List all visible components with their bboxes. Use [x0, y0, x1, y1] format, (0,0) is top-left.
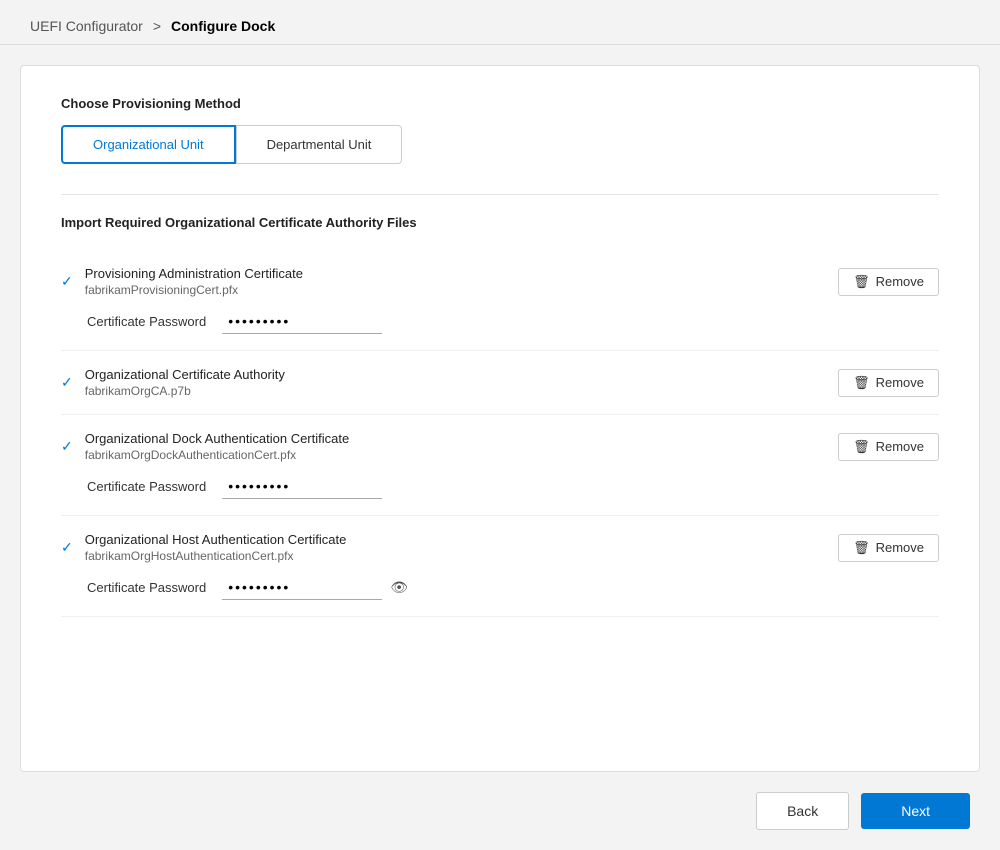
- remove-label: Remove: [876, 540, 924, 555]
- password-input-wrap: 👁: [222, 575, 412, 600]
- provisioning-tabs: Organizational Unit Departmental Unit: [61, 125, 939, 164]
- cert-left: ✓ Provisioning Administration Certificat…: [61, 266, 303, 297]
- password-input-wrap: [222, 309, 382, 334]
- remove-org-host-auth-button[interactable]: 🗑 Remove: [838, 534, 939, 562]
- cert-item-org-host-auth: ✓ Organizational Host Authentication Cer…: [61, 516, 939, 617]
- cert-item-prov-admin: ✓ Provisioning Administration Certificat…: [61, 250, 939, 351]
- trash-icon: 🗑: [853, 540, 870, 556]
- cert-left: ✓ Organizational Certificate Authority f…: [61, 367, 285, 398]
- certificates-section-title: Import Required Organizational Certifica…: [61, 215, 939, 230]
- cert-left: ✓ Organizational Dock Authentication Cer…: [61, 431, 349, 462]
- cert-password-input-3[interactable]: [222, 474, 382, 499]
- password-row: Certificate Password: [61, 309, 939, 334]
- password-label: Certificate Password: [87, 580, 206, 595]
- remove-org-ca-button[interactable]: 🗑 Remove: [838, 369, 939, 397]
- provisioning-section-title: Choose Provisioning Method: [61, 96, 939, 111]
- section-divider: [61, 194, 939, 195]
- cert-name: Provisioning Administration Certificate: [85, 266, 303, 281]
- cert-row: ✓ Organizational Host Authentication Cer…: [61, 532, 939, 563]
- cert-row: ✓ Organizational Dock Authentication Cer…: [61, 431, 939, 462]
- cert-password-input-4[interactable]: [222, 575, 382, 600]
- toggle-password-visibility-button[interactable]: 👁: [386, 577, 412, 598]
- cert-password-input-1[interactable]: [222, 309, 382, 334]
- cert-filename: fabrikamOrgDockAuthenticationCert.pfx: [85, 448, 349, 462]
- cert-info: Organizational Dock Authentication Certi…: [85, 431, 349, 462]
- cert-name: Organizational Certificate Authority: [85, 367, 285, 382]
- breadcrumb-current: Configure Dock: [171, 18, 275, 34]
- cert-name: Organizational Dock Authentication Certi…: [85, 431, 349, 446]
- footer: Back Next: [0, 782, 1000, 850]
- remove-label: Remove: [876, 439, 924, 454]
- main-panel: Choose Provisioning Method Organizationa…: [20, 65, 980, 772]
- cert-info: Organizational Certificate Authority fab…: [85, 367, 285, 398]
- check-icon: ✓: [61, 273, 73, 290]
- breadcrumb: UEFI Configurator > Configure Dock: [0, 0, 1000, 45]
- cert-name: Organizational Host Authentication Certi…: [85, 532, 347, 547]
- remove-prov-admin-button[interactable]: 🗑 Remove: [838, 268, 939, 296]
- eye-icon: 👁: [390, 579, 408, 595]
- password-label: Certificate Password: [87, 314, 206, 329]
- check-icon: ✓: [61, 374, 73, 391]
- cert-row: ✓ Provisioning Administration Certificat…: [61, 266, 939, 297]
- password-row: Certificate Password: [61, 474, 939, 499]
- cert-info: Provisioning Administration Certificate …: [85, 266, 303, 297]
- trash-icon: 🗑: [853, 439, 870, 455]
- cert-row: ✓ Organizational Certificate Authority f…: [61, 367, 939, 398]
- cert-item-org-dock-auth: ✓ Organizational Dock Authentication Cer…: [61, 415, 939, 516]
- cert-filename: fabrikamOrgHostAuthenticationCert.pfx: [85, 549, 347, 563]
- password-input-wrap: [222, 474, 382, 499]
- password-label: Certificate Password: [87, 479, 206, 494]
- cert-filename: fabrikamOrgCA.p7b: [85, 384, 285, 398]
- next-button[interactable]: Next: [861, 793, 970, 829]
- remove-label: Remove: [876, 274, 924, 289]
- tab-organizational-unit[interactable]: Organizational Unit: [61, 125, 236, 164]
- cert-filename: fabrikamProvisioningCert.pfx: [85, 283, 303, 297]
- tab-departmental-unit[interactable]: Departmental Unit: [236, 125, 403, 164]
- trash-icon: 🗑: [853, 375, 870, 391]
- breadcrumb-separator: >: [153, 18, 161, 34]
- check-icon: ✓: [61, 539, 73, 556]
- remove-org-dock-auth-button[interactable]: 🗑 Remove: [838, 433, 939, 461]
- check-icon: ✓: [61, 438, 73, 455]
- cert-left: ✓ Organizational Host Authentication Cer…: [61, 532, 346, 563]
- breadcrumb-parent: UEFI Configurator: [30, 18, 143, 34]
- cert-info: Organizational Host Authentication Certi…: [85, 532, 347, 563]
- remove-label: Remove: [876, 375, 924, 390]
- cert-item-org-ca: ✓ Organizational Certificate Authority f…: [61, 351, 939, 415]
- back-button[interactable]: Back: [756, 792, 849, 830]
- password-row: Certificate Password 👁: [61, 575, 939, 600]
- trash-icon: 🗑: [853, 274, 870, 290]
